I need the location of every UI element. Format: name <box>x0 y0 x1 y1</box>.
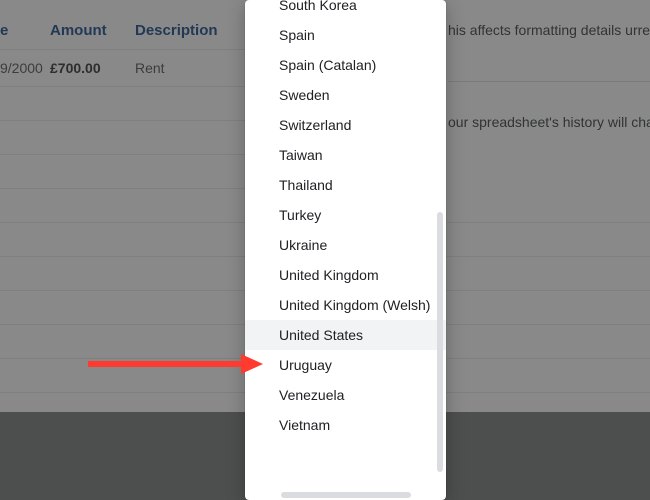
scrollbar-horizontal[interactable] <box>281 492 411 498</box>
locale-option[interactable]: Spain (Catalan) <box>245 50 446 80</box>
locale-option[interactable]: Vietnam <box>245 410 446 440</box>
locale-option[interactable]: Uruguay <box>245 350 446 380</box>
locale-option[interactable]: South Korea <box>245 0 446 20</box>
locale-option[interactable]: Spain <box>245 20 446 50</box>
locale-option[interactable]: Turkey <box>245 200 446 230</box>
locale-option[interactable]: Switzerland <box>245 110 446 140</box>
locale-option[interactable]: United Kingdom (Welsh) <box>245 290 446 320</box>
locale-option[interactable]: Ukraine <box>245 230 446 260</box>
locale-option[interactable]: Sweden <box>245 80 446 110</box>
locale-option[interactable]: United States <box>245 320 446 350</box>
scrollbar-vertical[interactable] <box>437 212 443 472</box>
locale-option[interactable]: Thailand <box>245 170 446 200</box>
locale-option[interactable]: Taiwan <box>245 140 446 170</box>
locale-option[interactable]: United Kingdom <box>245 260 446 290</box>
locale-option[interactable]: Venezuela <box>245 380 446 410</box>
locale-dropdown[interactable]: South KoreaSpainSpain (Catalan)SwedenSwi… <box>245 0 446 500</box>
